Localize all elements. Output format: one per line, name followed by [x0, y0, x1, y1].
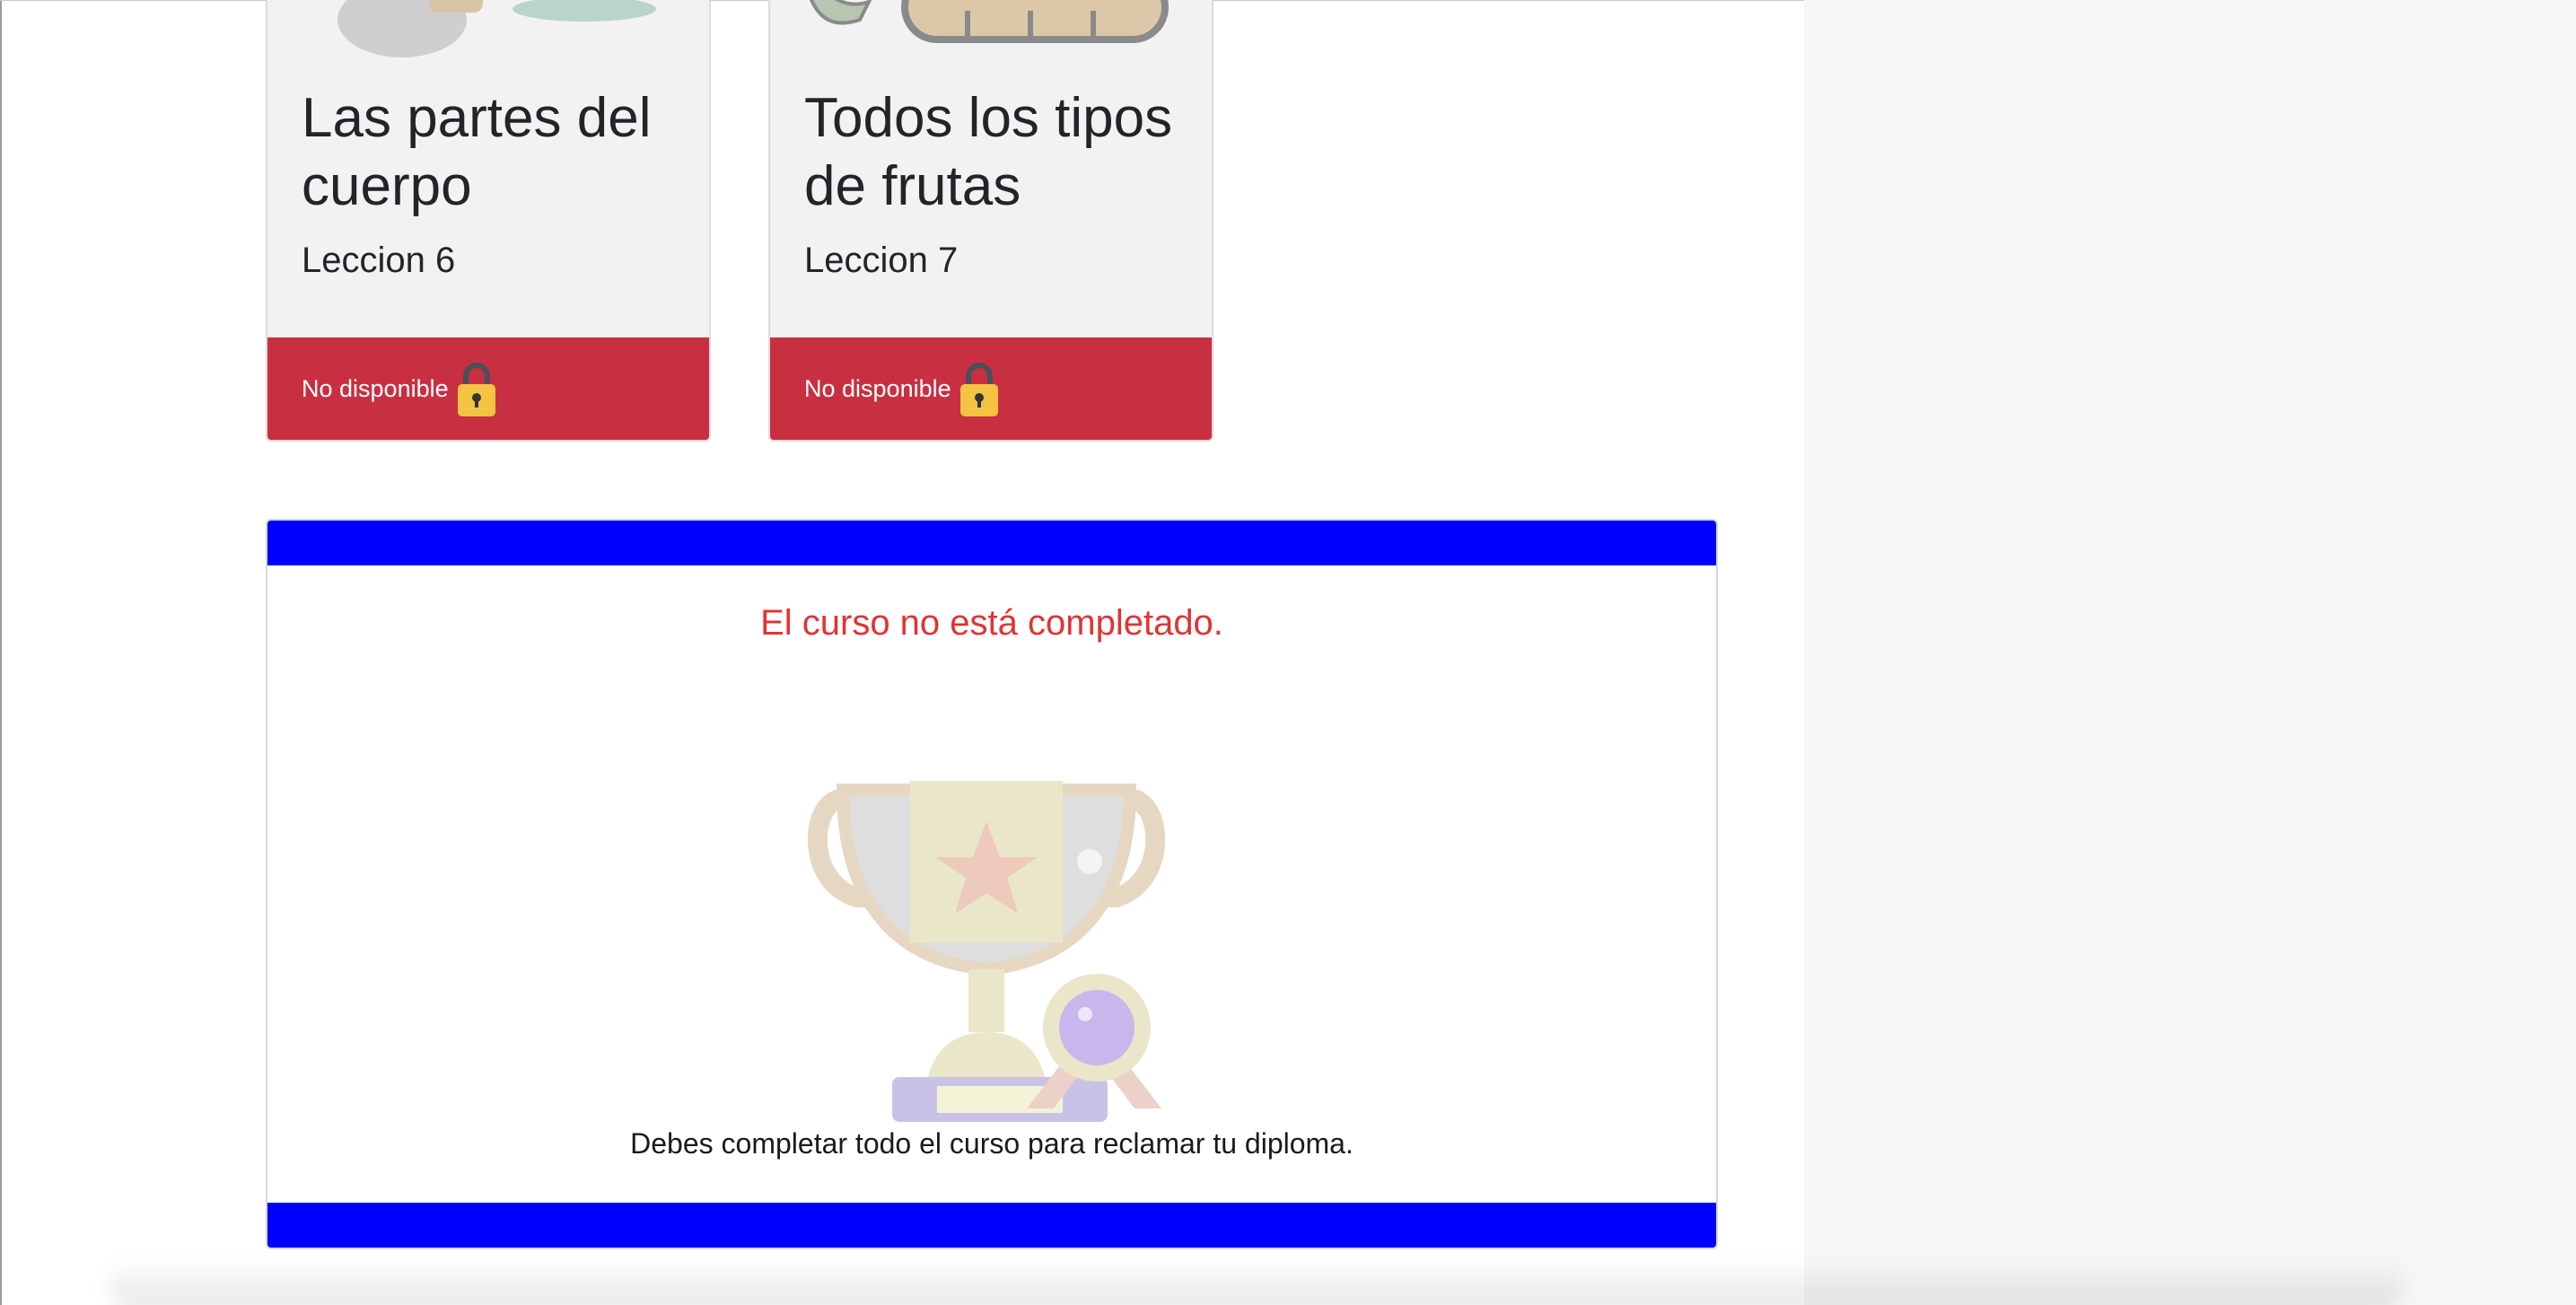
unavailable-footer: No disponible [770, 337, 1212, 440]
page: Las partes del cuerpo Leccion 6 No dispo… [0, 0, 2576, 1305]
diploma-instruction: Debes completar todo el curso para recla… [630, 1127, 1354, 1160]
lesson-number: Leccion 7 [804, 241, 959, 280]
right-empty-pane [1804, 0, 2576, 1305]
lesson-number: Leccion 6 [302, 241, 456, 280]
window-bottom-shadow [108, 1257, 2405, 1305]
diploma-bottom-bar [267, 1203, 1716, 1248]
unavailable-label: No disponible [302, 374, 449, 402]
diploma-panel: El curso no está completado. Debes compl… [266, 519, 1718, 1249]
lesson-card-6[interactable]: Las partes del cuerpo Leccion 6 No dispo… [266, 0, 711, 442]
lesson-card-7[interactable]: Todos los tipos de frutas Leccion 7 No d… [768, 0, 1214, 442]
lock-icon [454, 357, 499, 420]
unavailable-footer: No disponible [267, 337, 709, 440]
course-status-message: El curso no está completado. [760, 603, 1223, 643]
carrot-illustration [770, 0, 1212, 74]
lock-icon [957, 357, 1002, 420]
trophy-icon [758, 673, 1224, 1122]
diploma-top-bar [267, 521, 1716, 565]
lesson-title: Las partes del cuerpo [302, 87, 652, 217]
body-parts-illustration [267, 0, 709, 74]
unavailable-label: No disponible [804, 374, 951, 402]
window-left-border [0, 0, 2, 1305]
lesson-title: Todos los tipos de frutas [804, 87, 1173, 217]
